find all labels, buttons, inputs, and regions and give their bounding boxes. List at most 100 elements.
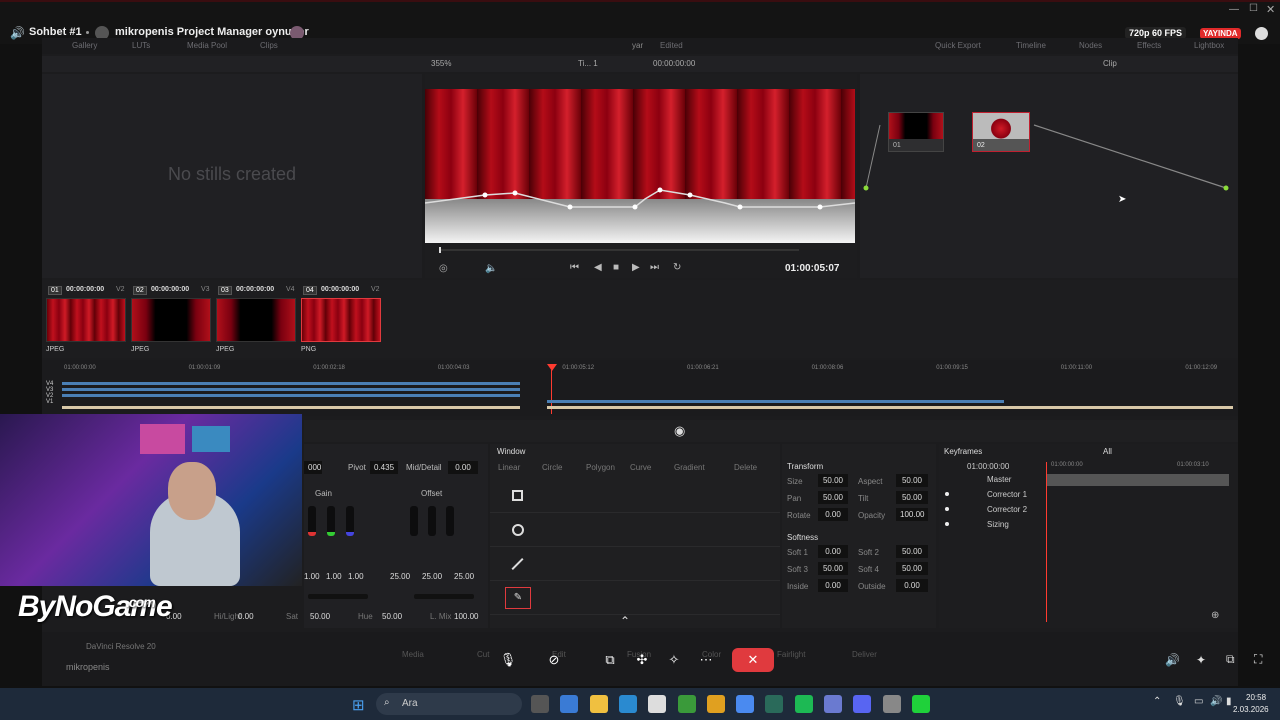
tab-nodes[interactable]: Nodes [1079,41,1102,50]
gain-red-slider[interactable] [308,506,316,536]
page-tab-deliver[interactable]: Deliver [852,650,877,659]
window-tool-gradient[interactable]: Gradient [674,463,705,472]
transform-value[interactable]: 0.00 [818,508,848,521]
xbox-icon[interactable] [677,695,696,713]
mask-curve[interactable] [425,89,855,243]
chevron-up-icon[interactable]: ⌃ [1153,696,1161,707]
keyframes-filter[interactable]: All [1103,447,1112,456]
fullscreen-icon[interactable]: ⛶ [1254,652,1262,667]
clip-thumbnail[interactable] [216,298,296,342]
transform-value[interactable]: 50.00 [896,562,928,575]
left-value[interactable]: 000 [304,461,322,474]
transform-value[interactable]: 0.00 [896,579,928,592]
play-reverse-icon[interactable]: ◀ [594,262,602,273]
keyframe-track-corrector-2[interactable]: Corrector 2 [987,505,1027,514]
tab-gallery[interactable]: Gallery [72,41,97,50]
chat-icon[interactable] [1255,27,1268,40]
kick-icon[interactable] [911,695,930,713]
soundboard-icon[interactable]: ✧ [662,648,686,672]
tab-clips[interactable]: Clips [260,41,278,50]
track-select[interactable]: Ti... 1 [578,59,598,68]
skip-end-icon[interactable]: ⏭ [650,262,659,273]
keyframe-dot-icon[interactable] [945,522,949,526]
gain-g-value[interactable]: 1.00 [326,572,342,581]
expand-controls-icon[interactable]: ⌃ [620,614,630,628]
volume-icon[interactable]: 🔊 [1165,653,1180,667]
playhead-marker[interactable] [547,364,557,371]
volume-icon[interactable]: 🔈 [485,263,497,274]
tab-timeline[interactable]: Timeline [1016,41,1046,50]
track-clip-v4[interactable] [62,382,520,385]
page-tab-fairlight[interactable]: Fairlight [777,650,805,659]
primaries-bottom-value[interactable]: 100.00 [454,612,478,621]
offset-red-slider[interactable] [410,506,418,536]
viewer-options-icon[interactable]: ◎ [439,263,448,274]
offset-blue-slider[interactable] [446,506,454,536]
track-clip-v2[interactable] [62,394,520,397]
pivot-value[interactable]: 0.435 [370,461,398,474]
keyframe-dot-icon[interactable] [945,507,949,511]
transform-value[interactable]: 50.00 [818,491,848,504]
track-clip-v1b[interactable] [547,406,1233,409]
offset-green-slider[interactable] [428,506,436,536]
tab-effects[interactable]: Effects [1137,41,1161,50]
discord-icon[interactable] [853,695,872,713]
keyframe-track-master[interactable]: Master [987,475,1011,484]
node-01[interactable]: 01 [888,112,944,152]
zoom-level[interactable]: 355% [431,59,451,68]
clip-mode-select[interactable]: Clip [1103,59,1117,68]
start-icon[interactable]: ⊞ [352,696,365,714]
clip-thumbnail[interactable] [46,298,126,342]
leave-call-button[interactable]: ✕ [732,648,774,672]
offset-g-value[interactable]: 25.00 [422,572,442,581]
network-icon[interactable]: ▭ [1194,696,1203,707]
mic-tray-icon[interactable]: 🎙 [1173,696,1186,707]
clip-thumbnail[interactable] [301,298,381,342]
gain-wheel-slider[interactable] [308,594,368,599]
skip-start-icon[interactable]: ⏮ [570,262,579,273]
primaries-bottom-value[interactable]: 50.00 [310,612,330,621]
transform-value[interactable]: 0.00 [818,579,848,592]
page-tab-cut[interactable]: Cut [477,650,489,659]
screen-share-icon[interactable]: ⧉ [598,648,622,672]
window-tool-circle[interactable]: Circle [542,463,562,472]
clock-date[interactable]: 2.03.2026 [1233,705,1269,714]
tab-lightbox[interactable]: Lightbox [1194,41,1224,50]
scrubber-handle[interactable] [439,247,441,253]
track-clip-v1[interactable] [62,406,520,409]
clock-time[interactable]: 20:58 [1246,693,1266,702]
window-tool-linear[interactable]: Linear [498,463,520,472]
tab-quick-export[interactable]: Quick Export [935,41,981,50]
window-row-circle[interactable] [490,514,780,547]
tab-luts[interactable]: LUTs [132,41,150,50]
keyframe-track-sizing[interactable]: Sizing [987,520,1009,529]
gain-blue-slider[interactable] [346,506,354,536]
zoom-icon[interactable]: ⊕ [1211,610,1219,621]
edge-icon[interactable] [618,695,637,713]
app-icon[interactable] [765,695,784,713]
activities-icon[interactable]: ✣ [630,648,654,672]
transform-value[interactable]: 50.00 [896,491,928,504]
keyframe-dot-icon[interactable] [945,492,949,496]
offset-r-value[interactable]: 25.00 [390,572,410,581]
transform-value[interactable]: 0.00 [818,545,848,558]
window-tool-curve[interactable]: Curve [630,463,651,472]
popout-icon[interactable]: ⧉ [1226,652,1235,667]
mic-icon[interactable]: 🎙 [496,648,520,672]
keyframe-track-corrector-1[interactable]: Corrector 1 [987,490,1027,499]
offset-wheel-slider[interactable] [414,594,474,599]
primaries-bottom-value[interactable]: 0.00 [238,612,254,621]
window-tool-delete[interactable]: Delete [734,463,757,472]
battery-icon[interactable]: ▮ [1226,696,1232,707]
middetail-value[interactable]: 0.00 [448,461,478,474]
node-02[interactable]: 02 [972,112,1030,152]
mail-icon[interactable] [736,695,755,713]
tab-media-pool[interactable]: Media Pool [187,41,227,50]
spotify-icon[interactable] [794,695,813,713]
speaker-icon[interactable]: 🔊 [10,26,25,40]
close-icon[interactable]: ✕ [1266,3,1275,16]
app-icon[interactable] [882,695,901,713]
window-palette-icon[interactable]: ◉ [674,423,685,439]
window-row-polygon[interactable] [490,548,780,581]
stop-icon[interactable]: ■ [613,262,619,273]
